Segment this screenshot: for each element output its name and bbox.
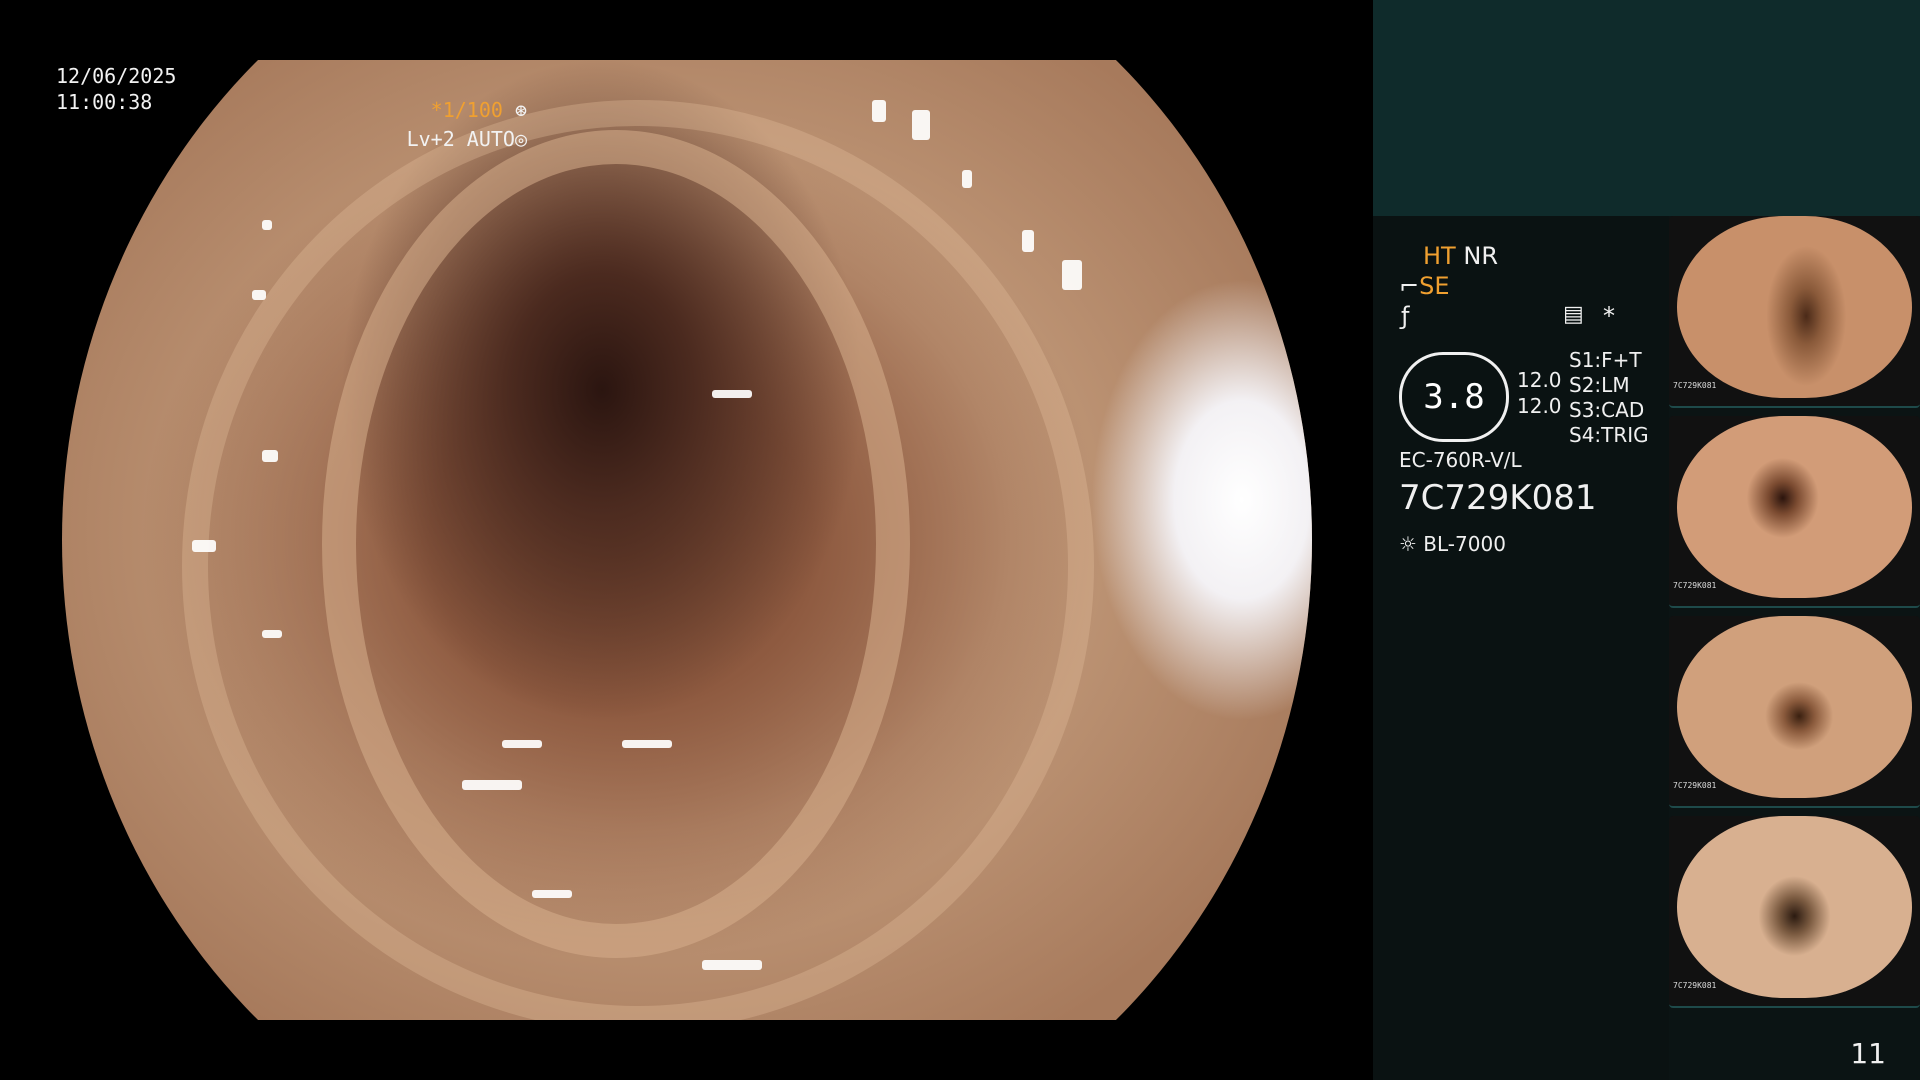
serial-number: 7C729K081 [1399, 478, 1597, 518]
reflection [912, 110, 930, 140]
ht-nr-line: HT NR [1423, 242, 1498, 270]
reflection [962, 170, 972, 188]
thumbnail-1[interactable]: 7C729K081 [1669, 216, 1920, 408]
reflection [702, 960, 762, 970]
s3: S3:CAD [1569, 398, 1644, 422]
iris-icon: ◎ [514, 127, 527, 151]
thumbnail-strip: 7C729K081 7C729K081 7C729K081 7C729K081 [1669, 216, 1920, 1016]
ratio-value: 3.8 [1423, 377, 1485, 417]
thumbnail-2[interactable]: 7C729K081 [1669, 416, 1920, 608]
reflection [622, 740, 672, 748]
reflection [252, 290, 266, 300]
se-line: ⌐SE [1399, 272, 1450, 300]
s1: S1:F+T [1569, 348, 1642, 372]
light-source: ☼ BL-7000 [1399, 532, 1506, 556]
reflection [712, 390, 752, 398]
reflection [1062, 260, 1082, 290]
se-label: SE [1419, 272, 1450, 300]
thumbnail-image [1677, 416, 1912, 598]
nr-label: NR [1463, 242, 1498, 270]
shutter-speed: *1/100 ⊛ [431, 97, 527, 123]
frame-number: 11 [1850, 1037, 1886, 1070]
thumbnail-tag: 7C729K081 [1673, 981, 1717, 990]
date: 12/06/2025 [56, 64, 177, 88]
thumbnail-tag: 7C729K081 [1673, 581, 1717, 590]
light-source-value: BL-7000 [1423, 532, 1506, 556]
date-time: 12/06/2025 11:00:38 [56, 63, 176, 115]
s4-value: TRIG [1601, 423, 1649, 447]
endoscope-view: 12/06/2025 11:00:38 *1/100 ⊛ Lv+2 AUTO◎ [0, 0, 1372, 1080]
s3-key: S3: [1569, 398, 1602, 422]
s3-value: CAD [1601, 398, 1645, 422]
reflection [1022, 230, 1034, 252]
s2-value: LM [1601, 373, 1630, 397]
ratio-badge: 3.8 [1399, 352, 1509, 442]
f-icon: ƒ [1401, 302, 1410, 330]
s4-key: S4: [1569, 423, 1602, 447]
thumbnail-image [1677, 816, 1912, 998]
exposure-level: Lv+2 AUTO◎ [407, 126, 527, 152]
aperture-icon: ⊛ [502, 98, 527, 122]
side-panel: HT NR ⌐SE ƒ ▤ * 3.8 12.0 12.0 S1:F+T S2:… [1373, 0, 1920, 1080]
ht-label: HT [1423, 242, 1456, 270]
shutter-value: *1/100 [430, 98, 503, 122]
reflection [262, 220, 272, 230]
probe-icon: ⌐ [1399, 272, 1420, 300]
thumbnail-tag: 7C729K081 [1673, 381, 1717, 390]
panel-header [1373, 0, 1920, 216]
reflection [262, 450, 278, 462]
scope-model: EC-760R-V/L [1399, 448, 1522, 472]
thumbnail-image [1677, 616, 1912, 798]
reflection [192, 540, 216, 552]
reflection [462, 780, 522, 790]
s4: S4:TRIG [1569, 423, 1649, 447]
menu-icon: ▤ [1563, 302, 1584, 327]
asterisk: * [1603, 302, 1615, 330]
endoscopic-image [62, 60, 1312, 1020]
mucosal-fold [182, 100, 1094, 1020]
thumbnail-3[interactable]: 7C729K081 [1669, 616, 1920, 808]
reflection [262, 630, 282, 638]
thumbnail-tag: 7C729K081 [1673, 781, 1717, 790]
reflection [532, 890, 572, 898]
value-2: 12.0 [1517, 394, 1562, 418]
time: 11:00:38 [56, 90, 153, 114]
level-value: Lv+2 AUTO [406, 127, 515, 151]
reflection [872, 100, 886, 122]
reflection [502, 740, 542, 748]
s1-key: S1: [1569, 348, 1602, 372]
info-column: HT NR ⌐SE ƒ ▤ * 3.8 12.0 12.0 S1:F+T S2:… [1373, 216, 1669, 1080]
sun-icon: ☼ [1399, 532, 1424, 556]
thumbnail-image [1677, 216, 1912, 398]
value-1: 12.0 [1517, 368, 1562, 392]
s1-value: F+T [1601, 348, 1642, 372]
s2-key: S2: [1569, 373, 1602, 397]
thumbnail-4[interactable]: 7C729K081 [1669, 816, 1920, 1008]
s2: S2:LM [1569, 373, 1630, 397]
